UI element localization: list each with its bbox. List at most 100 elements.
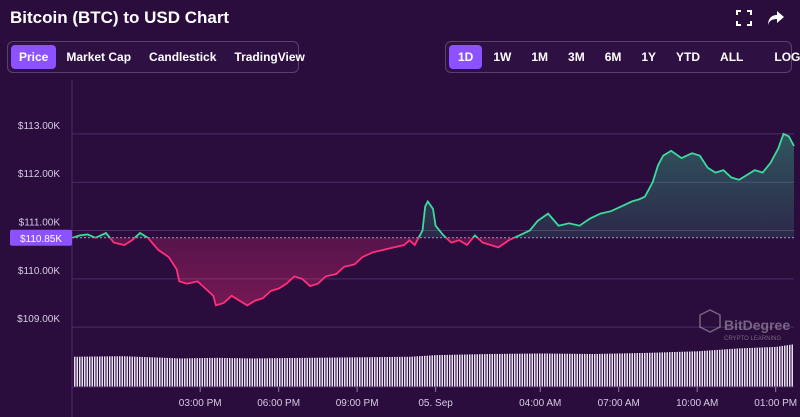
volume-bar bbox=[729, 349, 731, 387]
volume-bar bbox=[201, 358, 203, 387]
fullscreen-icon[interactable] bbox=[732, 6, 756, 30]
volume-bar bbox=[409, 356, 411, 387]
volume-bar bbox=[524, 353, 526, 387]
volume-bar bbox=[264, 358, 266, 387]
volume-bar bbox=[204, 358, 206, 387]
volume-bar bbox=[641, 352, 643, 387]
volume-bar bbox=[699, 351, 701, 387]
range-tab-6m[interactable]: 6M bbox=[596, 45, 631, 69]
volume-bar bbox=[136, 356, 138, 387]
range-tab-1y[interactable]: 1Y bbox=[632, 45, 665, 69]
bitdegree-watermark: BitDegree CRYPTO LEARNING bbox=[699, 309, 790, 342]
volume-bar bbox=[766, 347, 768, 387]
chart-tab-tradingview[interactable]: TradingView bbox=[226, 45, 312, 69]
volume-bar bbox=[666, 352, 668, 387]
volume-bar bbox=[626, 353, 628, 387]
watermark-brand: BitDegree bbox=[724, 317, 790, 333]
volume-bar bbox=[299, 357, 301, 387]
volume-bar bbox=[661, 352, 663, 387]
volume-bar bbox=[179, 358, 181, 387]
volume-bar bbox=[391, 356, 393, 387]
volume-bar bbox=[631, 353, 633, 387]
volume-bar bbox=[124, 356, 126, 387]
volume-bar bbox=[554, 353, 556, 387]
volume-bar bbox=[321, 357, 323, 387]
volume-bar bbox=[156, 357, 158, 387]
volume-bar bbox=[154, 357, 156, 387]
volume-bar bbox=[444, 354, 446, 387]
volume-bar bbox=[499, 353, 501, 387]
volume-bar bbox=[254, 358, 256, 387]
volume-bar bbox=[286, 358, 288, 387]
volume-bar bbox=[624, 353, 626, 387]
volume-bar bbox=[289, 358, 291, 387]
volume-bar bbox=[719, 349, 721, 387]
range-tab-3m[interactable]: 3M bbox=[559, 45, 594, 69]
volume-bar bbox=[614, 353, 616, 387]
range-tab-1w[interactable]: 1W bbox=[484, 45, 520, 69]
chart-tab-price[interactable]: Price bbox=[11, 45, 57, 69]
volume-bar bbox=[454, 354, 456, 387]
volume-bar bbox=[251, 358, 253, 387]
x-tick-label: 05. Sep bbox=[418, 398, 453, 409]
price-chart: $109.00K $110.00K $111.00K $112.00K $113.00K… bbox=[10, 80, 797, 417]
range-tab-ytd[interactable]: YTD bbox=[667, 45, 709, 69]
volume-bar bbox=[296, 357, 298, 387]
volume-bar bbox=[714, 350, 716, 387]
volume-bar bbox=[419, 356, 421, 387]
volume-bar bbox=[669, 352, 671, 387]
volume-bar bbox=[551, 353, 553, 387]
x-tick-label: 07:00 AM bbox=[598, 398, 640, 409]
volume-bar bbox=[116, 356, 118, 387]
volume-bar bbox=[216, 357, 218, 387]
log-scale-toggle[interactable]: LOG bbox=[766, 45, 800, 69]
volume-bar bbox=[181, 358, 183, 387]
volume-bar bbox=[266, 358, 268, 387]
volume-bar bbox=[479, 354, 481, 387]
volume-bar bbox=[196, 358, 198, 387]
chart-tab-market-cap[interactable]: Market Cap bbox=[58, 45, 139, 69]
volume-bar bbox=[724, 349, 726, 387]
volume-bar bbox=[146, 357, 148, 387]
volume-bar bbox=[691, 351, 693, 387]
range-tab-1d[interactable]: 1D bbox=[449, 45, 483, 69]
volume-bar bbox=[541, 353, 543, 387]
volume-bar bbox=[461, 354, 463, 387]
volume-bar bbox=[494, 353, 496, 387]
chart-tab-candlestick[interactable]: Candlestick bbox=[141, 45, 224, 69]
volume-bar bbox=[199, 358, 201, 387]
volume-bar bbox=[709, 350, 711, 387]
volume-bar bbox=[559, 353, 561, 387]
volume-bar bbox=[271, 358, 273, 387]
volume-bar bbox=[171, 358, 173, 387]
volume-bar bbox=[584, 353, 586, 387]
volume-bar bbox=[731, 348, 733, 387]
volume-bar bbox=[341, 357, 343, 387]
volume-bar bbox=[79, 356, 81, 387]
volume-bar bbox=[449, 354, 451, 387]
volume-bar bbox=[531, 353, 533, 387]
chart-type-tabs: Price Market Cap Candlestick TradingView bbox=[7, 41, 305, 73]
volume-bar bbox=[84, 356, 86, 387]
volume-bar bbox=[351, 357, 353, 387]
volume-bar bbox=[221, 357, 223, 387]
range-tab-1m[interactable]: 1M bbox=[522, 45, 557, 69]
volume-bar bbox=[656, 352, 658, 387]
volume-bar bbox=[396, 356, 398, 387]
x-tick-label: 04:00 AM bbox=[519, 398, 561, 409]
volume-bar bbox=[226, 358, 228, 387]
range-tab-all[interactable]: ALL bbox=[711, 45, 752, 69]
volume-bar bbox=[239, 358, 241, 387]
volume-bar bbox=[149, 357, 151, 387]
volume-bar bbox=[224, 357, 226, 387]
volume-bar bbox=[214, 357, 216, 387]
volume-bar bbox=[319, 357, 321, 387]
share-arrow-icon[interactable] bbox=[764, 6, 788, 30]
volume-bar bbox=[759, 347, 761, 387]
volume-bar bbox=[549, 353, 551, 387]
volume-bar bbox=[386, 356, 388, 387]
volume-bar bbox=[446, 354, 448, 387]
volume-bar bbox=[159, 357, 161, 387]
volume-bar bbox=[606, 353, 608, 387]
volume-bar bbox=[604, 353, 606, 387]
